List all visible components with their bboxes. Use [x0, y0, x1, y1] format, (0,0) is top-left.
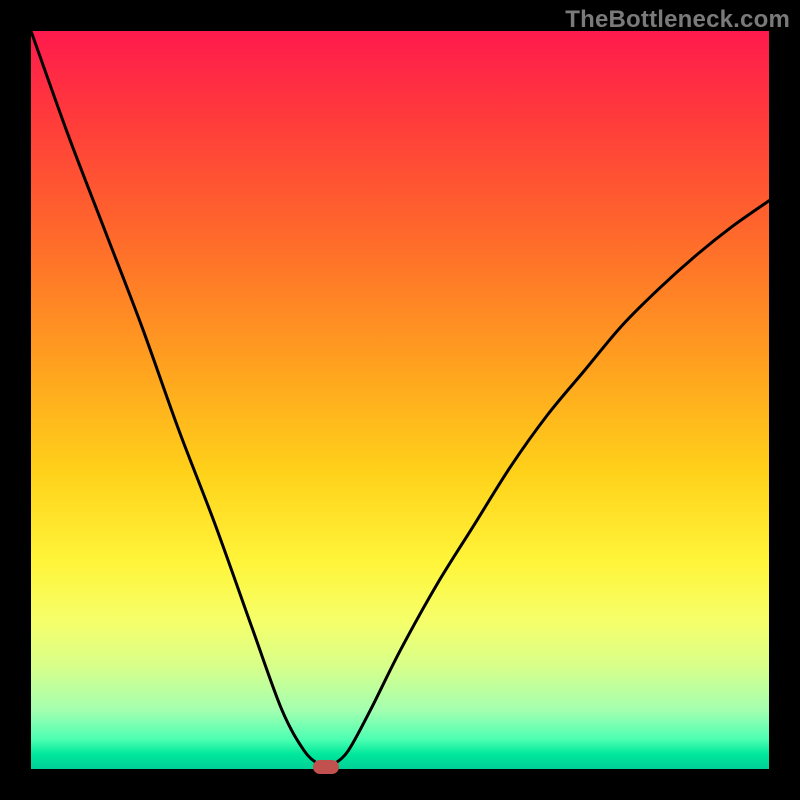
chart-frame: TheBottleneck.com [0, 0, 800, 800]
watermark-text: TheBottleneck.com [565, 6, 790, 34]
bottleneck-curve [31, 31, 769, 769]
minimum-marker [313, 760, 339, 774]
plot-area [31, 31, 769, 769]
